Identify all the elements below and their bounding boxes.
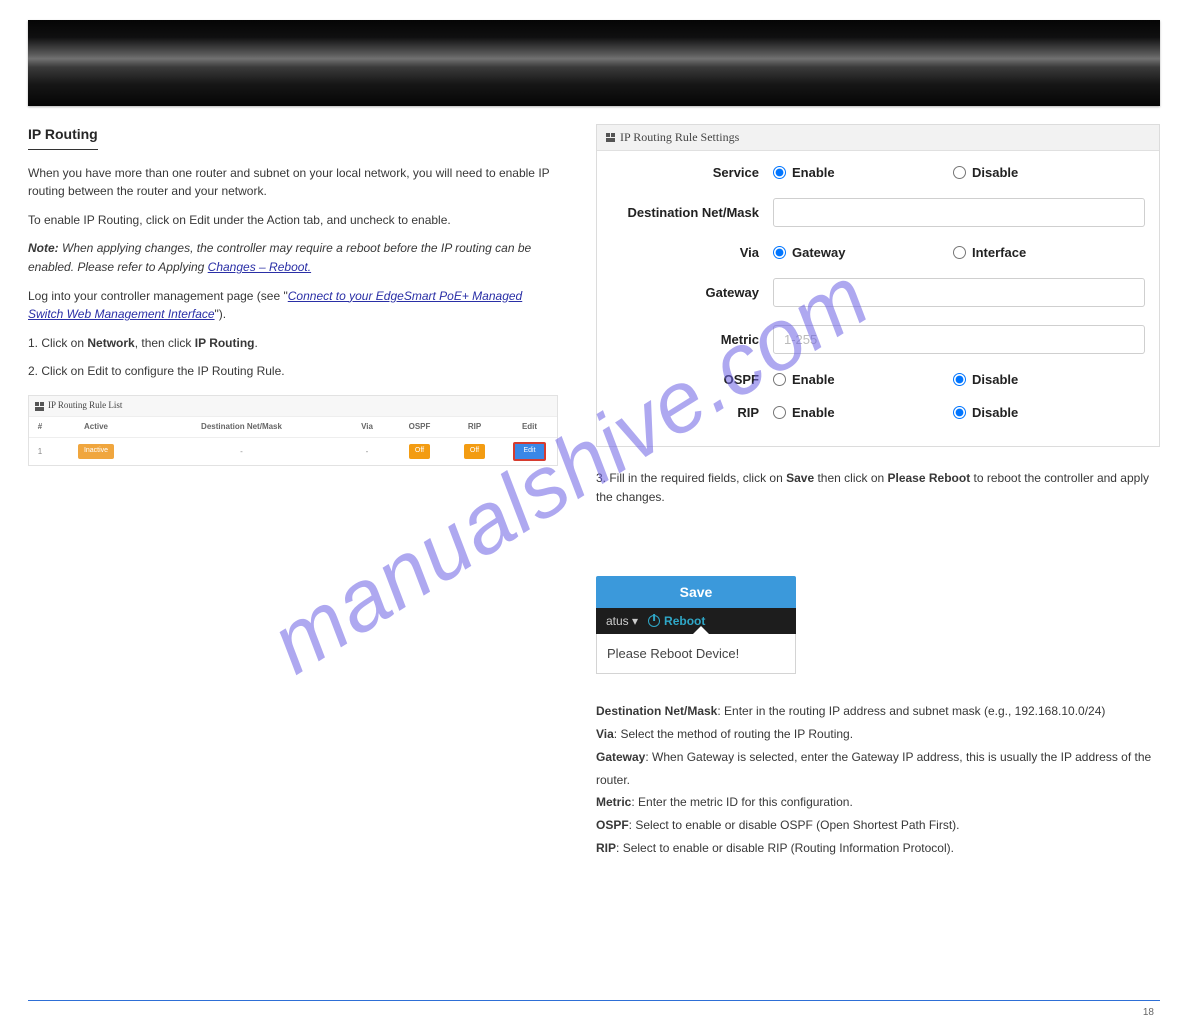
note-link[interactable]: Changes – Reboot. — [208, 260, 311, 274]
th-edit: Edit — [502, 416, 557, 437]
ospf-disable-option[interactable]: Disable — [953, 372, 1018, 387]
service-disable-radio[interactable] — [953, 166, 966, 179]
power-icon — [648, 615, 660, 627]
edit-button[interactable]: Edit — [513, 442, 545, 461]
note: Note: When applying changes, the control… — [28, 239, 558, 276]
cell-active: Inactive — [51, 438, 141, 465]
rule-list-table: # Active Destination Net/Mask Via OSPF R… — [29, 416, 557, 465]
rule-list-header: IP Routing Rule List — [29, 396, 557, 416]
th-ospf: OSPF — [392, 416, 447, 437]
th-active: Active — [51, 416, 141, 437]
grid-icon — [35, 402, 44, 411]
status-menu[interactable]: atus ▾ — [606, 614, 638, 628]
metric-input[interactable] — [773, 325, 1145, 354]
rip-enable-radio[interactable] — [773, 406, 786, 419]
save-button[interactable]: Save — [596, 576, 796, 608]
service-enable-radio[interactable] — [773, 166, 786, 179]
gateway-input[interactable] — [773, 278, 1145, 307]
cell-ospf: Off — [392, 438, 447, 465]
table-row: 1 Inactive - - Off Off Edit — [29, 438, 557, 465]
cell-dest: - — [141, 438, 342, 465]
settings-panel-header: IP Routing Rule Settings — [597, 125, 1159, 151]
via-interface-option[interactable]: Interface — [953, 245, 1026, 260]
ospf-enable-radio[interactable] — [773, 373, 786, 386]
step-2: 2. Click on Edit to configure the IP Rou… — [28, 362, 558, 381]
ospf-disable-radio[interactable] — [953, 373, 966, 386]
ospf-badge: Off — [409, 444, 430, 459]
step-1: 1. Click on Network, then click IP Routi… — [28, 334, 558, 353]
grid-icon — [606, 133, 615, 142]
field-descriptions: Destination Net/Mask: Enter in the routi… — [596, 700, 1160, 860]
save-reboot-screenshot: Save atus ▾ Reboot Please Reboot Device! — [596, 576, 796, 674]
th-dest: Destination Net/Mask — [141, 416, 342, 437]
left-column: IP Routing When you have more than one r… — [28, 124, 558, 860]
reboot-notification: Please Reboot Device! — [596, 634, 796, 674]
via-gateway-option[interactable]: Gateway — [773, 245, 953, 260]
right-column: IP Routing Rule Settings Service Enable … — [596, 124, 1160, 860]
header-banner — [28, 20, 1160, 106]
rip-disable-option[interactable]: Disable — [953, 405, 1018, 420]
settings-panel: IP Routing Rule Settings Service Enable … — [596, 124, 1160, 447]
th-num: # — [29, 416, 51, 437]
rule-list-panel: IP Routing Rule List # Active Destinatio… — [28, 395, 558, 466]
label-metric: Metric — [603, 332, 773, 347]
th-rip: RIP — [447, 416, 502, 437]
dest-netmask-input[interactable] — [773, 198, 1145, 227]
login-path: Log into your controller management page… — [28, 287, 558, 324]
intro-1: When you have more than one router and s… — [28, 164, 558, 201]
intro-2: To enable IP Routing, click on Edit unde… — [28, 211, 558, 230]
label-ospf: OSPF — [603, 372, 773, 387]
rip-badge: Off — [464, 444, 485, 459]
rip-enable-option[interactable]: Enable — [773, 405, 953, 420]
label-rip: RIP — [603, 405, 773, 420]
via-gateway-radio[interactable] — [773, 246, 786, 259]
rip-disable-radio[interactable] — [953, 406, 966, 419]
label-dest: Destination Net/Mask — [603, 205, 773, 220]
cell-edit: Edit — [502, 438, 557, 465]
page-number: 18 — [0, 1001, 1188, 1034]
cell-rip: Off — [447, 438, 502, 465]
cell-via: - — [342, 438, 392, 465]
via-interface-radio[interactable] — [953, 246, 966, 259]
label-via: Via — [603, 245, 773, 260]
inactive-badge: Inactive — [78, 444, 114, 459]
th-via: Via — [342, 416, 392, 437]
service-enable-option[interactable]: Enable — [773, 165, 953, 180]
service-disable-option[interactable]: Disable — [953, 165, 1018, 180]
label-service: Service — [603, 165, 773, 180]
note-label: Note: — [28, 241, 59, 255]
section-title: IP Routing — [28, 124, 98, 150]
cell-num: 1 — [29, 438, 51, 465]
label-gateway: Gateway — [603, 285, 773, 300]
step-3: 3. Fill in the required fields, click on… — [596, 469, 1160, 506]
ospf-enable-option[interactable]: Enable — [773, 372, 953, 387]
